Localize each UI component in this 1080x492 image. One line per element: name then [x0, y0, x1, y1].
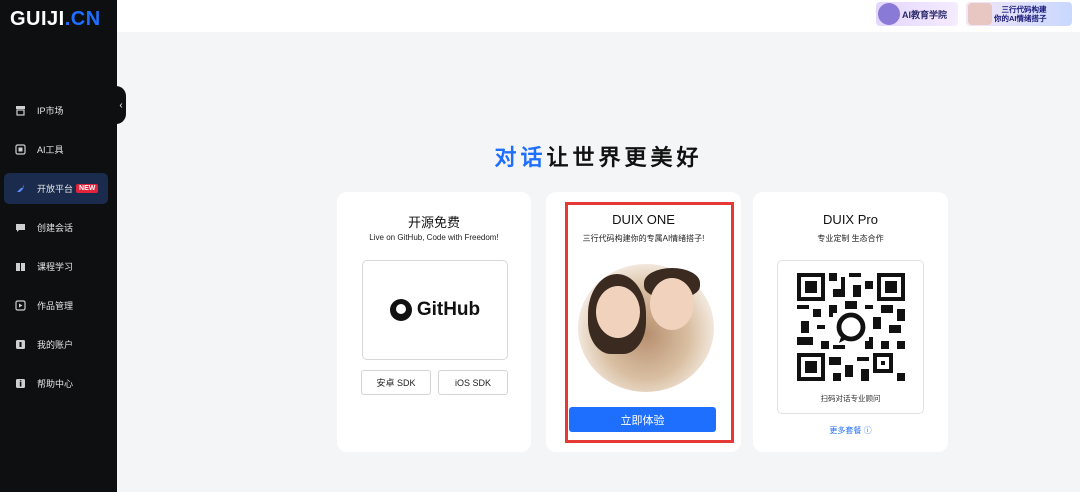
- card-subtitle: Live on GitHub, Code with Freedom!: [369, 233, 499, 242]
- sidebar-item-label: AI工具: [37, 145, 64, 155]
- ios-sdk-button[interactable]: iOS SDK: [438, 370, 508, 395]
- sidebar: GUIJI.CN IP市场 AI工具 开放平台 NEW 创建会话 课程学习 作品…: [0, 0, 117, 492]
- sidebar-item-label: 开放平台: [37, 184, 74, 194]
- qr-panel: 扫码对话专业顾问: [777, 260, 924, 414]
- store-icon: [15, 105, 26, 116]
- chat-icon: [15, 222, 26, 233]
- sidebar-item-label: IP市场: [37, 106, 64, 116]
- headline-rest: 让世界更美好: [546, 145, 703, 170]
- sidebar-item-courses[interactable]: 课程学习: [0, 247, 117, 286]
- banner-label: AI教育学院: [902, 9, 948, 20]
- sidebar-nav: IP市场 AI工具 开放平台 NEW 创建会话 课程学习 作品管理 我的账户 帮…: [0, 91, 117, 403]
- sidebar-item-label: 作品管理: [37, 301, 74, 311]
- qr-code-icon: [797, 273, 905, 381]
- new-badge: NEW: [76, 184, 99, 193]
- headline-accent: 对话: [494, 145, 547, 170]
- github-icon: [389, 299, 412, 321]
- toolbox-icon: [15, 144, 26, 155]
- sidebar-item-label: 帮助中心: [37, 379, 74, 389]
- girl-avatar-icon: [968, 3, 992, 25]
- banner-line: 三行代码构建: [1001, 5, 1047, 14]
- duix-one-card: DUIX ONE 三行代码构建你的专属AI情绪搭子! 立即体验: [546, 192, 741, 452]
- sidebar-item-help[interactable]: 帮助中心: [0, 364, 117, 403]
- sidebar-item-ai-tools[interactable]: AI工具: [0, 130, 117, 169]
- card-subtitle: 专业定制 生态合作: [817, 234, 884, 243]
- logo-main: GUIJI: [10, 8, 65, 30]
- github-link[interactable]: GitHub: [362, 260, 508, 360]
- card-title: DUIX Pro: [823, 212, 878, 227]
- more-plans-link[interactable]: 更多套餐 ⓘ: [753, 425, 948, 436]
- sidebar-item-open-platform[interactable]: 开放平台 NEW: [0, 169, 117, 208]
- help-icon: [15, 378, 26, 389]
- sidebar-collapse-button[interactable]: ‹: [116, 86, 126, 124]
- qr-caption: 扫码对话专业顾问: [820, 394, 881, 403]
- account-icon: [15, 339, 26, 350]
- sidebar-item-create-session[interactable]: 创建会话: [0, 208, 117, 247]
- android-sdk-button[interactable]: 安卓 SDK: [361, 370, 431, 395]
- page-headline: 对话让世界更美好: [117, 140, 1080, 172]
- rocket-icon: [15, 183, 26, 194]
- open-source-card: 开源免费 Live on GitHub, Code with Freedom! …: [337, 192, 531, 452]
- banner-line: 你的AI情绪搭子: [994, 14, 1047, 23]
- sidebar-item-account[interactable]: 我的账户: [0, 325, 117, 364]
- top-bar: AI教育学院 三行代码构建 你的AI情绪搭子: [117, 0, 1080, 32]
- sidebar-item-ip-market[interactable]: IP市场: [0, 91, 117, 130]
- sidebar-item-label: 我的账户: [37, 340, 74, 350]
- folder-icon: [15, 300, 26, 311]
- book-icon: [15, 261, 26, 272]
- duix-promo-banner[interactable]: 三行代码构建 你的AI情绪搭子: [966, 2, 1072, 26]
- sidebar-item-label: 课程学习: [37, 262, 74, 272]
- logo-dot: .CN: [64, 8, 101, 30]
- logo[interactable]: GUIJI.CN: [10, 8, 101, 31]
- ai-academy-banner[interactable]: AI教育学院: [876, 2, 958, 26]
- sidebar-item-works[interactable]: 作品管理: [0, 286, 117, 325]
- highlight-frame: [565, 202, 734, 443]
- wizard-avatar-icon: [878, 3, 900, 25]
- duix-pro-card: DUIX Pro 专业定制 生态合作 扫码对话专业顾问 更多套餐 ⓘ: [753, 192, 948, 452]
- chevron-left-icon: ‹: [119, 99, 123, 111]
- card-title: 开源免费: [407, 215, 460, 230]
- github-wordmark: GitHub: [416, 299, 481, 320]
- sidebar-item-label: 创建会话: [37, 223, 74, 233]
